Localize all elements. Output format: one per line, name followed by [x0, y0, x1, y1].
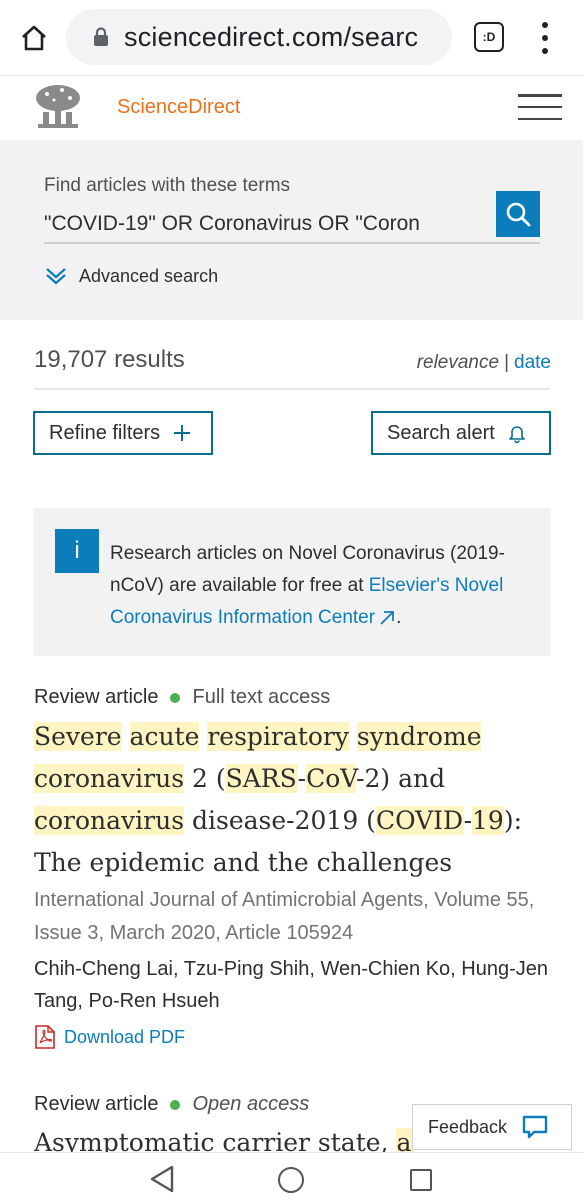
sort-separator: |: [504, 352, 510, 373]
url-text: sciencedirect.com/searc: [124, 21, 419, 52]
advanced-search-toggle[interactable]: Advanced search: [44, 264, 218, 288]
info-notice: i Research articles on Novel Coronavirus…: [33, 508, 551, 656]
search-panel: Find articles with these terms "COVID-19…: [0, 140, 583, 320]
article-type-row: Review article Open access: [34, 1093, 309, 1116]
sort-options: relevance | date: [417, 352, 551, 374]
browser-menu-icon[interactable]: [530, 18, 560, 58]
article-authors: Chih-Cheng Lai, Tzu-Ping Shih, Wen-Chien…: [34, 958, 548, 1012]
title-text: Asymptomatic carrier state,: [34, 1128, 397, 1152]
title-term: SARS: [225, 764, 298, 793]
recent-apps-icon[interactable]: [410, 1169, 432, 1191]
access-dot-icon: [170, 1099, 181, 1110]
search-icon: [506, 202, 531, 227]
title-text: 2 (: [184, 764, 226, 793]
back-icon[interactable]: [148, 1164, 176, 1194]
title-term: syndrome: [356, 722, 482, 751]
title-term: coronavirus: [34, 806, 185, 835]
address-bar[interactable]: sciencedirect.com/searc: [66, 9, 452, 65]
results-count: 19,707 results: [34, 346, 185, 373]
title-term: CoV: [306, 764, 357, 793]
search-label: Find articles with these terms: [44, 175, 291, 196]
brand-name[interactable]: ScienceDirect: [117, 96, 240, 119]
sort-date-link[interactable]: date: [514, 352, 551, 373]
feedback-button[interactable]: Feedback: [412, 1104, 572, 1150]
feedback-label: Feedback: [428, 1116, 508, 1137]
access-label: Open access: [192, 1093, 310, 1115]
home-icon[interactable]: [14, 18, 54, 58]
title-term: 19: [472, 806, 504, 835]
article-title-link[interactable]: Severe acute respiratory syndrome corona…: [34, 716, 554, 884]
browser-toolbar: sciencedirect.com/searc :D: [0, 0, 583, 76]
bell-icon: [507, 423, 527, 443]
info-icon: i: [55, 529, 99, 573]
home-circle-icon[interactable]: [278, 1167, 304, 1193]
elsevier-logo[interactable]: [32, 82, 84, 132]
advanced-search-label: Advanced search: [79, 265, 219, 286]
refine-filters-label: Refine filters: [49, 421, 161, 444]
title-term: COVID: [375, 806, 464, 835]
external-link-icon: [380, 611, 394, 625]
download-pdf-label: Download PDF: [64, 1026, 186, 1047]
search-input[interactable]: "COVID-19" OR Coronavirus OR "Coron: [44, 206, 444, 242]
sort-relevance[interactable]: relevance: [417, 352, 499, 373]
pdf-icon: [35, 1025, 55, 1049]
title-text: -: [297, 764, 307, 793]
article-type: Review article: [34, 1093, 159, 1115]
title-term: coronavirus: [34, 764, 185, 793]
article-title-link[interactable]: Asymptomatic carrier state, acu: [34, 1122, 414, 1152]
article-type: Review article: [34, 686, 159, 708]
access-dot-icon: [170, 692, 181, 703]
title-term: respiratory: [207, 722, 349, 751]
chat-bubble-icon: [521, 1114, 549, 1140]
article-type-row: Review article Full text access: [34, 686, 330, 709]
title-text: disease-2019 (: [184, 806, 376, 835]
search-alert-button[interactable]: Search alert: [371, 411, 551, 455]
system-nav-bar: [0, 1152, 583, 1200]
refine-filters-button[interactable]: Refine filters: [33, 411, 213, 455]
access-label: Full text access: [192, 686, 331, 708]
search-underline: [44, 242, 540, 244]
search-button[interactable]: [496, 191, 540, 237]
site-header: ScienceDirect: [0, 76, 583, 140]
tab-switcher-button[interactable]: :D: [474, 22, 504, 52]
article-source: International Journal of Antimicrobial A…: [34, 889, 535, 944]
title-text: -: [463, 806, 473, 835]
lock-icon: [94, 27, 108, 46]
title-text: -2) and: [356, 764, 446, 793]
title-term: acute: [129, 722, 200, 751]
search-alert-label: Search alert: [387, 421, 495, 444]
hamburger-menu-icon[interactable]: [518, 94, 562, 120]
info-text-end: .: [396, 607, 402, 628]
title-term: Severe: [34, 722, 122, 751]
download-pdf-link[interactable]: Download PDF: [34, 1025, 185, 1049]
plus-icon: [172, 423, 192, 443]
chevron-double-down-icon: [46, 268, 66, 285]
info-text: Research articles on Novel Coronavirus (…: [110, 538, 540, 634]
divider: [34, 388, 550, 390]
